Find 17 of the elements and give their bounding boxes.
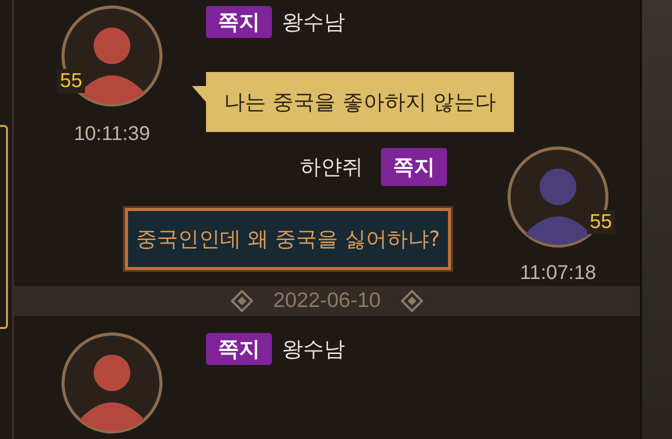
level-badge: 55 [586,210,615,234]
avatar[interactable] [61,5,163,107]
sender-name: 왕수남 [282,336,345,364]
diamond-icon [231,290,254,312]
message-bubble: 중국인인데 왜 중국을 싫어하냐? [124,208,451,270]
note-tag: 쪽지 [206,333,272,366]
level-badge: 55 [57,69,86,93]
message-bubble: 나는 중국을 좋아하지 않는다 [192,72,514,132]
avatar[interactable] [61,332,163,434]
sender-name: 하얀쥐 [300,154,363,181]
date-label: 2022-06-10 [273,289,381,313]
diamond-icon [400,290,423,312]
note-tag: 쪽지 [206,6,272,38]
message-time: 10:11:39 [74,123,150,146]
note-tag: 쪽지 [381,148,447,186]
sender-name: 왕수남 [282,9,345,36]
message-time: 11:07:18 [520,262,596,285]
